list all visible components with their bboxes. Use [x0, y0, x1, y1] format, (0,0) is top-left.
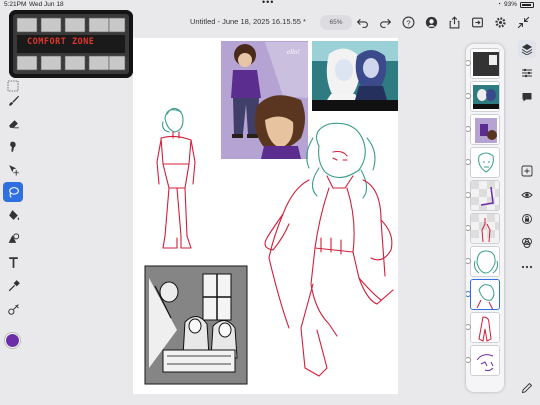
account-icon[interactable]: [423, 14, 440, 31]
artwork-two-characters: [312, 41, 398, 111]
add-layer-icon[interactable]: [518, 162, 536, 180]
artwork-ink-scene: [144, 265, 248, 385]
redo-icon[interactable]: [377, 14, 394, 31]
layer-thumbnail-1[interactable]: [470, 48, 500, 79]
eraser-icon[interactable]: [3, 113, 23, 133]
multitasking-dots[interactable]: •••: [262, 0, 274, 7]
properties-icon[interactable]: [518, 64, 536, 82]
layers-panel: [466, 44, 504, 392]
eyedropper-icon[interactable]: [3, 276, 23, 296]
collapse-icon[interactable]: [515, 14, 532, 31]
lasso-icon[interactable]: [3, 182, 23, 202]
comments-icon[interactable]: [518, 88, 536, 106]
pencil-edit-icon[interactable]: [518, 379, 536, 397]
document-title[interactable]: Untitled - June 18, 2025 16.15.55 *: [190, 17, 306, 26]
move-icon[interactable]: [3, 159, 23, 179]
layer-thumbnail-10[interactable]: [470, 345, 500, 376]
more-icon[interactable]: [518, 258, 536, 276]
current-color-swatch[interactable]: [5, 333, 20, 348]
layer-thumbnail-8-selected[interactable]: [470, 279, 500, 310]
artwork-purple-character: ello!: [221, 41, 308, 159]
share-icon[interactable]: [446, 14, 463, 31]
battery-icon: [520, 2, 534, 8]
svg-text:ello!: ello!: [287, 48, 300, 56]
picture-in-picture-video[interactable]: COMFORT ZONE: [9, 10, 133, 78]
fill-icon[interactable]: [3, 205, 23, 225]
layer-thumbnail-6[interactable]: [470, 213, 500, 244]
pip-banner: COMFORT ZONE: [27, 37, 95, 47]
settings-icon[interactable]: [492, 14, 509, 31]
lock-icon[interactable]: [518, 210, 536, 228]
text-icon[interactable]: [3, 252, 23, 272]
svg-text:?: ?: [406, 18, 410, 27]
layer-thumbnail-4[interactable]: [470, 147, 500, 178]
visibility-icon[interactable]: [518, 186, 536, 204]
sketch-walking-figure: [264, 122, 394, 377]
export-icon[interactable]: [469, 14, 486, 31]
shape-icon[interactable]: [3, 228, 23, 248]
battery-percent: 93%: [503, 1, 517, 8]
help-icon[interactable]: ?: [400, 14, 417, 31]
layer-thumbnail-7[interactable]: [470, 246, 500, 277]
status-date: Wed Jun 18: [29, 1, 64, 8]
brush-icon[interactable]: [3, 90, 23, 110]
layers-icon[interactable]: [518, 40, 536, 58]
layer-thumbnail-5[interactable]: [470, 180, 500, 211]
undo-icon[interactable]: [354, 14, 371, 31]
blend-icon[interactable]: [518, 234, 536, 252]
wifi-icon: ◔: [497, 1, 501, 8]
zoom-level[interactable]: 65%: [320, 15, 352, 30]
layer-thumbnail-3[interactable]: [470, 114, 500, 145]
layer-thumbnail-2[interactable]: [470, 81, 500, 112]
adjust-icon[interactable]: [3, 299, 23, 319]
smudge-icon[interactable]: [3, 136, 23, 156]
status-bar: 5:21PM Wed Jun 18 ••• ◔ 93%: [0, 0, 540, 10]
status-time: 5:21PM: [4, 1, 27, 8]
sketch-standing-figure: [156, 107, 196, 249]
drawing-canvas[interactable]: ello!: [133, 38, 398, 394]
layer-thumbnail-9[interactable]: [470, 312, 500, 343]
